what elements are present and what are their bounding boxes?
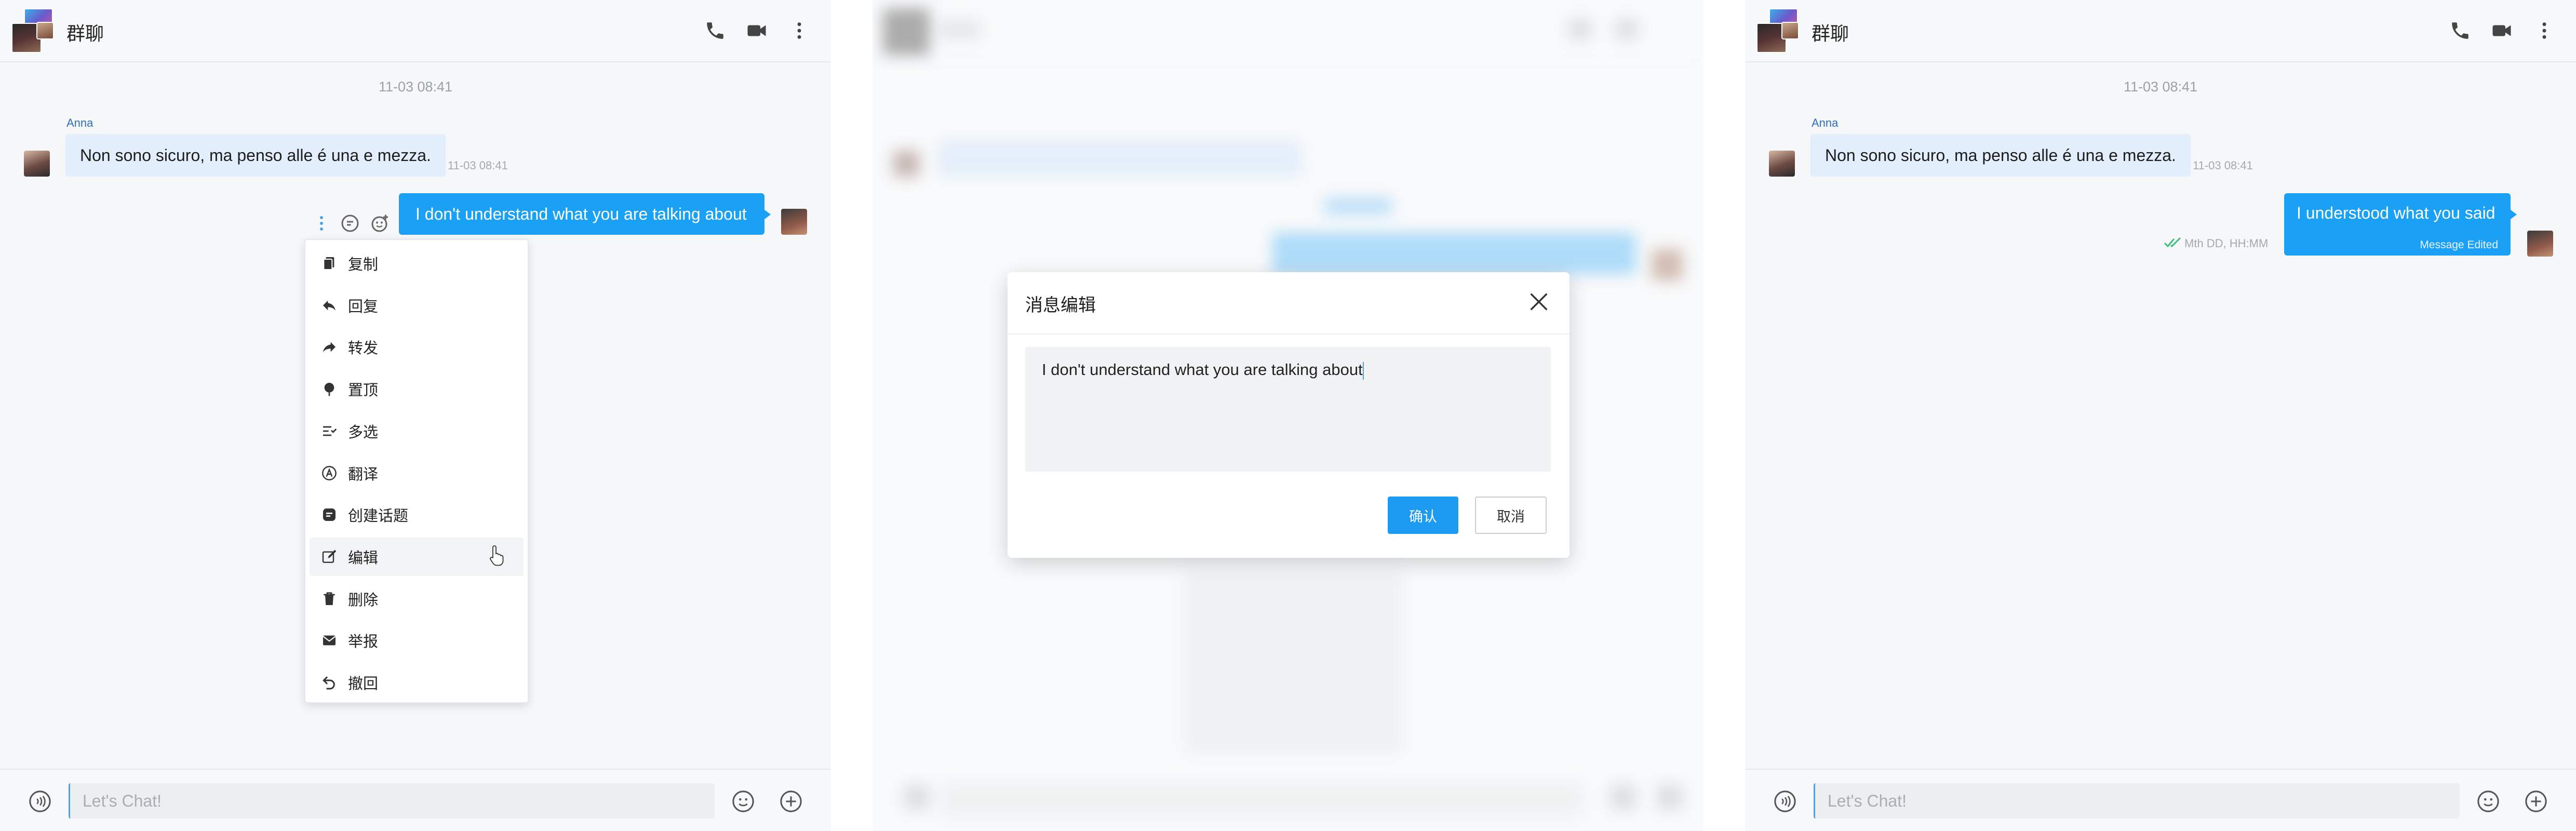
context-menu-label: 置顶: [348, 381, 379, 399]
reply-icon: [321, 297, 338, 314]
vertical-dots-icon[interactable]: [314, 213, 329, 234]
context-menu-item[interactable]: 多选: [310, 412, 524, 450]
context-menu-item[interactable]: 复制: [310, 244, 524, 283]
context-menu-label: 复制: [348, 256, 379, 273]
chat-title: 群聊: [66, 23, 104, 45]
context-menu-label: 翻译: [348, 465, 379, 483]
edit-message-dialog: 消息编辑 I don't understand what you are tal…: [1008, 272, 1569, 558]
pin-icon: [321, 381, 338, 397]
thread-icon[interactable]: [341, 214, 359, 233]
voice-input-icon[interactable]: [1773, 789, 1797, 813]
copy-icon: [321, 255, 338, 272]
more-options-icon[interactable]: [2533, 20, 2555, 42]
context-menu-item[interactable]: 转发: [310, 328, 524, 366]
more-options-icon[interactable]: [788, 20, 810, 42]
sender-avatar[interactable]: [1769, 151, 1795, 177]
message-input[interactable]: [1814, 783, 2460, 819]
add-attachment-icon[interactable]: [779, 789, 803, 813]
outgoing-message-text: I understood what you said: [2297, 204, 2496, 222]
context-menu-label: 编辑: [348, 548, 379, 567]
edited-label: Message Edited: [2420, 239, 2498, 251]
forward-icon: [321, 339, 338, 355]
self-avatar[interactable]: [2527, 231, 2553, 257]
context-menu-item[interactable]: 翻译: [310, 454, 524, 492]
edit-icon: [321, 548, 338, 565]
dialog-title: 消息编辑: [1025, 295, 1096, 316]
context-menu-item[interactable]: 置顶: [310, 370, 524, 408]
message-input[interactable]: [69, 783, 715, 819]
sender-avatar[interactable]: [24, 151, 50, 177]
chat-footer: [1745, 769, 2576, 831]
video-call-icon[interactable]: [2491, 20, 2513, 42]
context-menu-label: 举报: [348, 633, 379, 651]
context-menu-item[interactable]: 删除: [310, 580, 524, 618]
recall-icon: [321, 674, 338, 691]
group-avatar[interactable]: [11, 8, 55, 53]
chat-footer: [0, 769, 831, 831]
report-icon: [321, 632, 338, 649]
context-menu-item[interactable]: 撤回: [310, 663, 524, 702]
chat-panel-edit-dialog: 消息编辑 I don't understand what you are tal…: [873, 0, 1703, 831]
add-attachment-icon[interactable]: [2524, 789, 2548, 813]
mouse-pointer-icon: [488, 544, 507, 566]
context-menu-label: 撤回: [348, 675, 379, 692]
context-menu-item[interactable]: 举报: [310, 621, 524, 660]
context-menu-item[interactable]: 回复: [310, 286, 524, 325]
trash-icon: [321, 591, 338, 607]
chat-panel-edited: 群聊 11-03 08:41 Anna Non sono sicuro, ma …: [1745, 0, 2576, 831]
thread-icon: [321, 506, 338, 523]
message-status-time: Mth DD, HH:MM: [2184, 237, 2269, 250]
incoming-message-bubble[interactable]: Non sono sicuro, ma penso alle é una e m…: [65, 134, 446, 177]
chat-panel-context-menu: 群聊 11-03 08:41 Anna Non sono sicuro, ma …: [0, 0, 831, 831]
multiselect-icon: [321, 423, 338, 439]
read-check-icon: [2164, 237, 2182, 248]
cancel-button[interactable]: 取消: [1475, 497, 1547, 534]
context-menu-label: 创建话题: [348, 507, 409, 525]
context-menu-label: 回复: [348, 297, 379, 315]
video-call-icon[interactable]: [746, 20, 768, 42]
close-icon[interactable]: [1527, 290, 1551, 314]
chat-header: 群聊: [0, 0, 831, 62]
edit-message-text: I don't understand what you are talking …: [1042, 360, 1363, 379]
incoming-message-time: 11-03 08:41: [448, 159, 508, 172]
phone-icon[interactable]: [2449, 20, 2471, 42]
outgoing-message-bubble[interactable]: I understood what you said Message Edite…: [2284, 193, 2517, 256]
confirm-button[interactable]: 确认: [1388, 497, 1458, 534]
chat-title: 群聊: [1812, 23, 1849, 45]
edit-message-textarea[interactable]: I don't understand what you are talking …: [1025, 347, 1551, 472]
emoji-icon[interactable]: [2476, 789, 2500, 813]
date-divider: 11-03 08:41: [378, 79, 453, 95]
outgoing-message-bubble[interactable]: I don't understand what you are talking …: [399, 193, 771, 235]
voice-input-icon[interactable]: [28, 789, 52, 813]
context-menu-label: 删除: [348, 591, 379, 609]
phone-icon[interactable]: [704, 20, 726, 42]
incoming-message-bubble[interactable]: Non sono sicuro, ma penso alle é una e m…: [1810, 134, 2191, 177]
add-reaction-icon[interactable]: [371, 214, 390, 233]
date-divider: 11-03 08:41: [2123, 79, 2198, 95]
context-menu-label: 多选: [348, 423, 379, 441]
sender-name: Anna: [66, 116, 93, 129]
sender-name: Anna: [1812, 116, 1839, 129]
chat-header: 群聊: [1745, 0, 2576, 62]
emoji-icon[interactable]: [731, 789, 755, 813]
group-avatar[interactable]: [1756, 8, 1800, 53]
context-menu-label: 转发: [348, 339, 379, 357]
context-menu-item[interactable]: 创建话题: [310, 495, 524, 534]
incoming-message-time: 11-03 08:41: [2193, 159, 2253, 172]
self-avatar[interactable]: [781, 209, 807, 235]
message-context-menu: 复制回复转发置顶多选翻译创建话题编辑删除举报撤回: [304, 239, 529, 703]
translate-icon: [321, 465, 338, 481]
